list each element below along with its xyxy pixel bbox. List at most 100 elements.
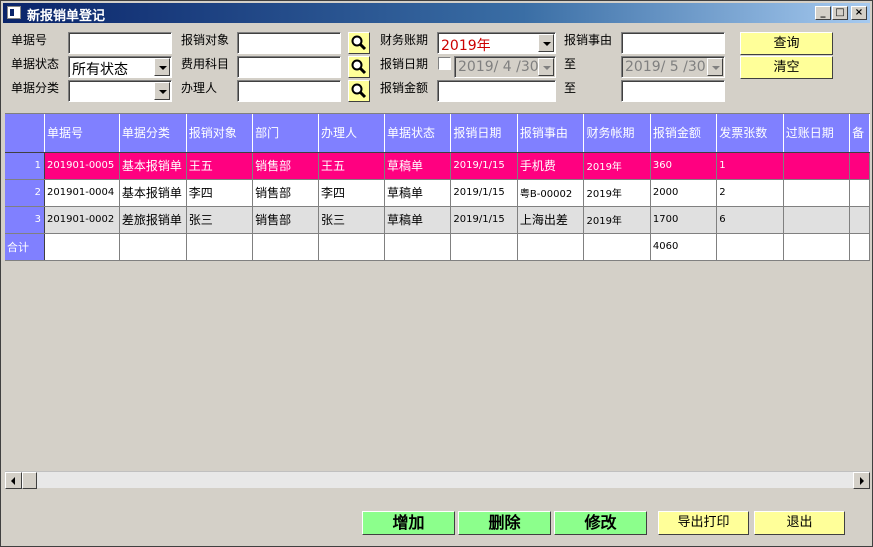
handler-search-button[interactable] xyxy=(348,80,370,102)
scroll-left-icon[interactable] xyxy=(5,472,22,489)
column-header[interactable]: 报销日期 xyxy=(450,114,518,153)
exit-button[interactable]: 退出 xyxy=(754,511,845,535)
table-header-row: 单据号 单据分类 报销对象 部门 办理人 单据状态 报销日期 报销事由 财务帐期… xyxy=(5,114,870,153)
table-cell[interactable] xyxy=(783,179,851,207)
table-cell[interactable] xyxy=(783,206,851,234)
add-button[interactable]: 增加 xyxy=(362,511,455,535)
table-cell[interactable]: 销售部 xyxy=(252,152,320,180)
chevron-down-icon[interactable] xyxy=(154,58,170,76)
table-cell[interactable] xyxy=(849,179,870,207)
table-cell[interactable]: 草稿单 xyxy=(384,152,452,180)
table-row[interactable]: 3 201901-0002 差旅报销单 张三 销售部 张三 草稿单 2019/1… xyxy=(5,206,870,234)
chevron-down-icon[interactable] xyxy=(154,82,170,100)
table-cell[interactable]: 基本报销单 xyxy=(119,152,187,180)
doc-no-input[interactable] xyxy=(68,32,172,54)
table-cell[interactable]: 2019/1/15 xyxy=(450,152,518,180)
table-cell[interactable]: 2000 xyxy=(650,179,718,207)
table-cell[interactable]: 手机费 xyxy=(517,152,585,180)
table-cell[interactable]: 张三 xyxy=(186,206,254,234)
column-header[interactable]: 备 xyxy=(849,114,870,153)
total-cell xyxy=(252,233,320,261)
query-button[interactable]: 查询 xyxy=(740,32,833,55)
table-cell[interactable]: 张三 xyxy=(318,206,385,234)
column-header[interactable]: 部门 xyxy=(252,114,320,153)
total-cell xyxy=(583,233,651,261)
column-header[interactable]: 报销对象 xyxy=(186,114,254,153)
table-cell[interactable]: 粤B-00002 xyxy=(517,179,585,207)
total-cell xyxy=(44,233,120,261)
column-header[interactable]: 过账日期 xyxy=(783,114,851,153)
amount-to-input[interactable] xyxy=(621,80,725,102)
table-cell[interactable]: 2019年 xyxy=(583,179,651,207)
period-value: 2019年 xyxy=(441,38,491,54)
table-cell[interactable]: 草稿单 xyxy=(384,206,452,234)
table-cell[interactable]: 2 xyxy=(716,179,784,207)
subject-input[interactable] xyxy=(237,56,341,78)
column-header[interactable]: 发票张数 xyxy=(716,114,784,153)
handler-input[interactable] xyxy=(237,80,341,102)
table-cell[interactable] xyxy=(849,152,870,180)
table-row[interactable]: 1 201901-0005 基本报销单 王五 销售部 王五 草稿单 2019/1… xyxy=(5,152,870,180)
date-checkbox[interactable] xyxy=(438,57,451,70)
scroll-thumb[interactable] xyxy=(22,472,37,489)
table-cell[interactable]: 201901-0005 xyxy=(44,152,120,180)
column-header[interactable]: 财务帐期 xyxy=(583,114,651,153)
table-cell[interactable]: 1700 xyxy=(650,206,718,234)
column-header[interactable]: 报销事由 xyxy=(517,114,585,153)
chevron-down-icon[interactable] xyxy=(707,58,723,76)
total-cell xyxy=(716,233,784,261)
table-cell[interactable]: 360 xyxy=(650,152,718,180)
status-select[interactable]: 所有状态 xyxy=(68,56,172,78)
amount-from-input[interactable] xyxy=(437,80,556,102)
records-grid: 单据号 单据分类 报销对象 部门 办理人 单据状态 报销日期 报销事由 财务帐期… xyxy=(5,113,870,261)
table-cell[interactable]: 李四 xyxy=(186,179,254,207)
target-search-button[interactable] xyxy=(348,32,370,54)
clear-button[interactable]: 清空 xyxy=(740,56,833,79)
table-cell[interactable]: 上海出差 xyxy=(517,206,585,234)
table-cell[interactable]: 6 xyxy=(716,206,784,234)
chevron-down-icon[interactable] xyxy=(538,58,554,76)
table-cell[interactable]: 201901-0004 xyxy=(44,179,120,207)
table-cell[interactable]: 销售部 xyxy=(252,179,320,207)
target-input[interactable] xyxy=(237,32,341,54)
table-row[interactable]: 2 201901-0004 基本报销单 李四 销售部 李四 草稿单 2019/1… xyxy=(5,179,870,207)
column-header[interactable]: 单据状态 xyxy=(384,114,452,153)
column-header[interactable]: 单据号 xyxy=(44,114,120,153)
table-cell[interactable]: 1 xyxy=(716,152,784,180)
close-button[interactable]: × xyxy=(851,6,867,20)
modify-button[interactable]: 修改 xyxy=(554,511,647,535)
column-header[interactable]: 报销金额 xyxy=(650,114,718,153)
total-cell xyxy=(318,233,385,261)
column-header[interactable]: 办理人 xyxy=(318,114,385,153)
table-cell[interactable] xyxy=(849,206,870,234)
minimize-button[interactable]: _ xyxy=(815,6,831,20)
table-cell[interactable]: 201901-0002 xyxy=(44,206,120,234)
table-cell[interactable]: 2019/1/15 xyxy=(450,179,518,207)
table-cell[interactable]: 草稿单 xyxy=(384,179,452,207)
table-cell[interactable]: 2019年 xyxy=(583,152,651,180)
table-cell[interactable]: 差旅报销单 xyxy=(119,206,187,234)
export-print-button[interactable]: 导出打印 xyxy=(658,511,749,535)
reason-input[interactable] xyxy=(621,32,725,54)
table-cell[interactable] xyxy=(783,152,851,180)
table-cell[interactable]: 2019/1/15 xyxy=(450,206,518,234)
period-select[interactable]: 2019年 xyxy=(437,32,556,54)
subject-search-button[interactable] xyxy=(348,56,370,78)
table-cell[interactable]: 2019年 xyxy=(583,206,651,234)
search-icon xyxy=(351,59,367,75)
table-cell[interactable]: 基本报销单 xyxy=(119,179,187,207)
table-cell[interactable]: 销售部 xyxy=(252,206,320,234)
column-header[interactable]: 单据分类 xyxy=(119,114,187,153)
table-cell[interactable]: 李四 xyxy=(318,179,385,207)
date-to-picker[interactable]: 2019/ 5 /30 xyxy=(621,56,725,78)
maximize-button[interactable]: □ xyxy=(832,6,848,20)
table-cell[interactable]: 王五 xyxy=(186,152,254,180)
table-cell[interactable]: 王五 xyxy=(318,152,385,180)
chevron-down-icon[interactable] xyxy=(538,34,554,52)
category-select[interactable] xyxy=(68,80,172,102)
delete-button[interactable]: 删除 xyxy=(458,511,551,535)
date-to-label: 至 xyxy=(564,57,577,71)
date-from-picker[interactable]: 2019/ 4 /30 xyxy=(454,56,556,78)
scroll-right-icon[interactable] xyxy=(853,472,870,489)
horizontal-scrollbar[interactable] xyxy=(5,471,870,489)
